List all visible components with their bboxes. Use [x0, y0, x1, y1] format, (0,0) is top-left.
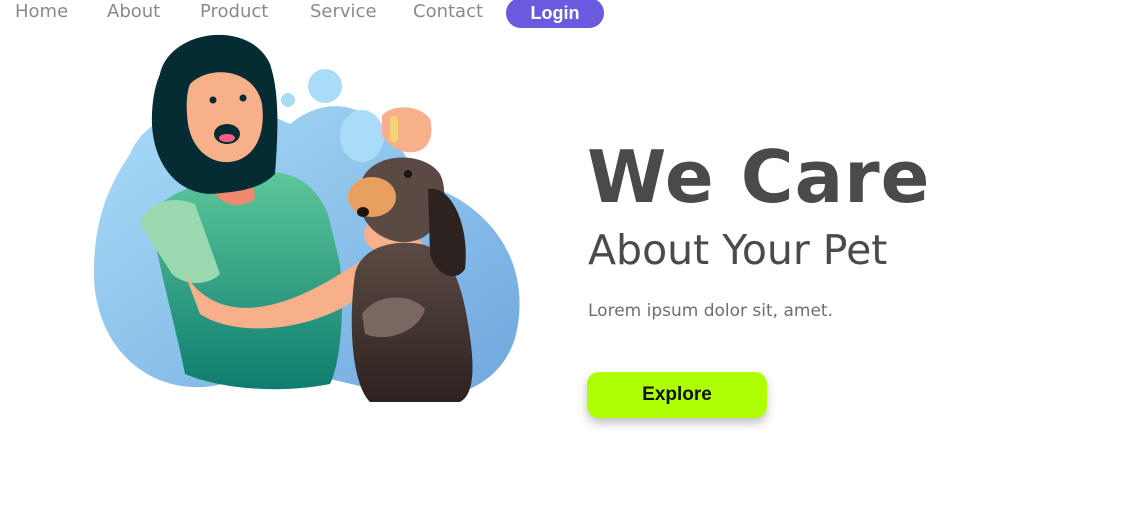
landing-page: Home About Product Service Contact Login — [0, 0, 1131, 524]
woman-left-eye — [209, 96, 217, 104]
woman-right-eye — [239, 94, 247, 102]
bubble-small — [281, 93, 295, 107]
hero-subtitle: About Your Pet — [588, 226, 888, 274]
dog-eye — [404, 170, 412, 178]
hero-illustration — [93, 34, 520, 402]
dog-muzzle — [348, 177, 396, 217]
hero-title: We Care — [587, 135, 931, 219]
nav-contact-link[interactable]: Contact — [413, 0, 483, 24]
background-blob-small — [340, 110, 384, 162]
dropper — [390, 116, 398, 142]
nav-about-link[interactable]: About — [107, 0, 160, 24]
bubble-large — [308, 69, 342, 103]
hero-tagline: Lorem ipsum dolor sit, amet. — [588, 301, 833, 321]
dog-nose — [357, 207, 369, 217]
nav-home-link[interactable]: Home — [15, 0, 68, 24]
nav-service-link[interactable]: Service — [310, 0, 377, 24]
woman-tongue — [219, 134, 235, 142]
explore-button[interactable]: Explore — [587, 372, 767, 418]
nav-product-link[interactable]: Product — [200, 0, 268, 24]
